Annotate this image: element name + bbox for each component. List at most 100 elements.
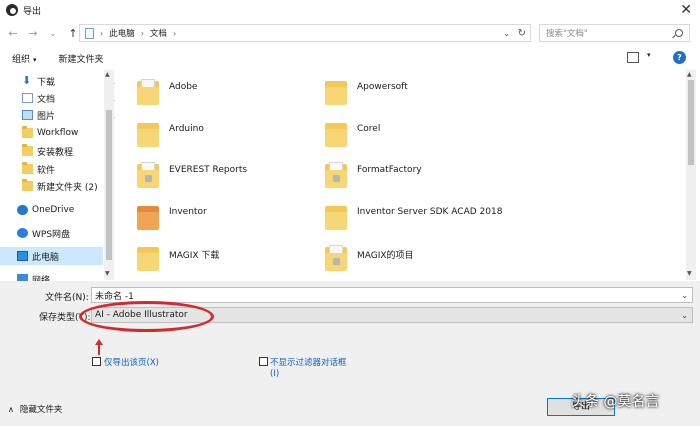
file-list: Adobe Apowersoft Arduino Corel EVEREST R… [120,70,686,280]
recent-locations-button[interactable]: ⌄ [46,29,60,38]
folder-icon [137,121,159,147]
inventor-folder-icon [137,204,159,230]
folder-icon [22,162,33,174]
onedrive-icon [17,205,28,215]
forward-button[interactable]: → [26,27,40,40]
sidebar-item-software[interactable]: 软件 [22,160,115,178]
folder-icon [325,204,347,230]
sidebar-item-new-folder-2[interactable]: 新建文件夹 (2) [22,177,115,195]
breadcrumb-separator: › [140,28,144,38]
organize-button[interactable]: 组织 ▾ [12,52,37,65]
file-name: Corel [357,124,381,134]
file-list-scrollbar[interactable]: ▲ ▼ [686,70,696,280]
file-name: MAGIX 下载 [169,251,220,261]
back-button[interactable]: ← [6,27,20,40]
chevron-down-icon[interactable]: ⌄ [503,29,510,38]
file-name: Adobe [169,82,198,92]
scroll-up-icon[interactable]: ▲ [687,71,692,78]
sidebar-item-downloads[interactable]: ⬇ 下载 ⊥ [22,72,115,90]
refresh-icon[interactable]: ↻ [518,28,526,39]
organize-label: 组织 [12,54,31,65]
filename-label: 文件名(N): [45,293,89,303]
save-options-panel: 文件名(N): 未命名 -1 ⌄ 保存类型(T): AI - Adobe Ill… [0,281,700,426]
breadcrumb-this-pc[interactable]: 此电脑 [109,27,135,39]
search-input[interactable]: 搜索"文档" [539,24,690,42]
window-title: 导出 [23,6,42,17]
breadcrumb-separator: › [172,28,177,38]
red-annotation-oval [79,301,214,332]
chevron-down-icon: ▾ [33,55,37,64]
sidebar-item-label: 此电脑 [32,252,60,263]
address-bar[interactable]: › 此电脑 › 文档 › ⌄ ↻ [79,24,531,42]
sidebar-item-label: 图片 [37,111,56,122]
breadcrumb-separator: › [100,28,104,38]
filename-value: 未命名 -1 [95,291,134,302]
chevron-down-icon[interactable]: ⌄ [681,291,688,300]
sidebar-item-label: Workflow [37,128,79,138]
file-name: Apowersoft [357,82,408,92]
sidebar-item-documents[interactable]: 文档 ⊥ [22,89,115,107]
scroll-down-icon[interactable]: ▼ [687,270,692,277]
app-icon [6,4,18,16]
up-button[interactable]: ↑ [66,27,80,40]
view-options-icon[interactable] [627,52,639,63]
file-name: MAGIX的项目 [357,251,414,261]
toolbar: 组织 ▾ 新建文件夹 ▾ ? [0,48,700,68]
wps-cloud-icon [17,228,28,238]
list-item[interactable]: Inventor Server SDK ACAD 2018 [325,204,555,244]
folder-icon [137,245,159,271]
help-icon[interactable]: ? [673,51,686,64]
sidebar-scrollbar[interactable]: ▲ ▼ [104,70,114,280]
chevron-up-icon: ∧ [8,405,14,414]
search-placeholder: 搜索"文档" [546,29,588,39]
folder-icon [325,121,347,147]
sidebar-item-install-tutorial[interactable]: 安装教程 [22,142,115,160]
scroll-up-icon[interactable]: ▲ [105,71,110,78]
sidebar-item-wps-cloud[interactable]: WPS网盘 [17,224,115,242]
breadcrumb-documents[interactable]: 文档 [150,27,167,39]
sidebar-item-workflow[interactable]: Workflow [22,124,115,142]
filename-field[interactable]: 未命名 -1 ⌄ [91,287,693,303]
documents-icon [22,93,33,103]
sidebar-item-label: 安装教程 [37,147,74,158]
sidebar-item-this-pc[interactable]: 此电脑 [0,247,103,265]
list-item[interactable]: Corel [325,121,555,161]
watermark: 头条 @莫名言 [571,394,660,410]
file-name: Inventor Server SDK ACAD 2018 [357,207,503,217]
folder-icon [137,79,159,105]
hide-folders-button[interactable]: ∧ 隐藏文件夹 [8,403,62,415]
file-name: EVEREST Reports [169,165,248,175]
file-name: FormatFactory [357,165,422,175]
export-page-checkbox[interactable] [92,357,101,366]
sidebar-item-pictures[interactable]: 图片 ⊥ [22,106,115,124]
sidebar-item-onedrive[interactable]: OneDrive [17,201,115,219]
close-button[interactable]: ✕ [680,2,692,18]
scroll-down-icon[interactable]: ▼ [105,270,110,277]
no-filter-dialog-checkbox[interactable] [259,357,268,366]
this-pc-icon [17,251,28,261]
file-name: Inventor [169,207,207,217]
folder-icon [325,79,347,105]
chevron-down-icon: ⌄ [681,310,688,320]
title-bar: 导出 ✕ [0,0,700,20]
sidebar-item-label: WPS网盘 [32,229,71,240]
new-folder-button[interactable]: 新建文件夹 [59,52,104,65]
sidebar-item-label: 文档 [37,94,56,105]
list-item[interactable]: Apowersoft [325,79,555,119]
address-row: ← → ⌄ ↑ › 此电脑 › 文档 › ⌄ ↻ 搜索"文档" [0,22,700,44]
list-item[interactable]: MAGIX的项目 [325,245,555,280]
sidebar-item-label: 软件 [37,165,56,176]
pictures-icon [22,110,33,120]
list-item[interactable]: FormatFactory [325,162,555,202]
no-filter-dialog-label[interactable]: 不显示过滤器对话框 [270,356,347,368]
scrollbar-thumb[interactable] [106,110,112,260]
red-annotation-arrow [95,339,103,355]
scrollbar-thumb[interactable] [688,80,694,165]
folder-icon [325,245,347,271]
documents-icon [85,27,94,39]
chevron-down-icon[interactable]: ▾ [647,51,651,59]
no-filter-dialog-label-shortcut[interactable]: (I) [270,369,279,379]
sidebar-item-label: 下载 [37,77,56,88]
export-page-label[interactable]: 仅导出该页(X) [104,356,159,368]
search-icon [675,29,683,37]
